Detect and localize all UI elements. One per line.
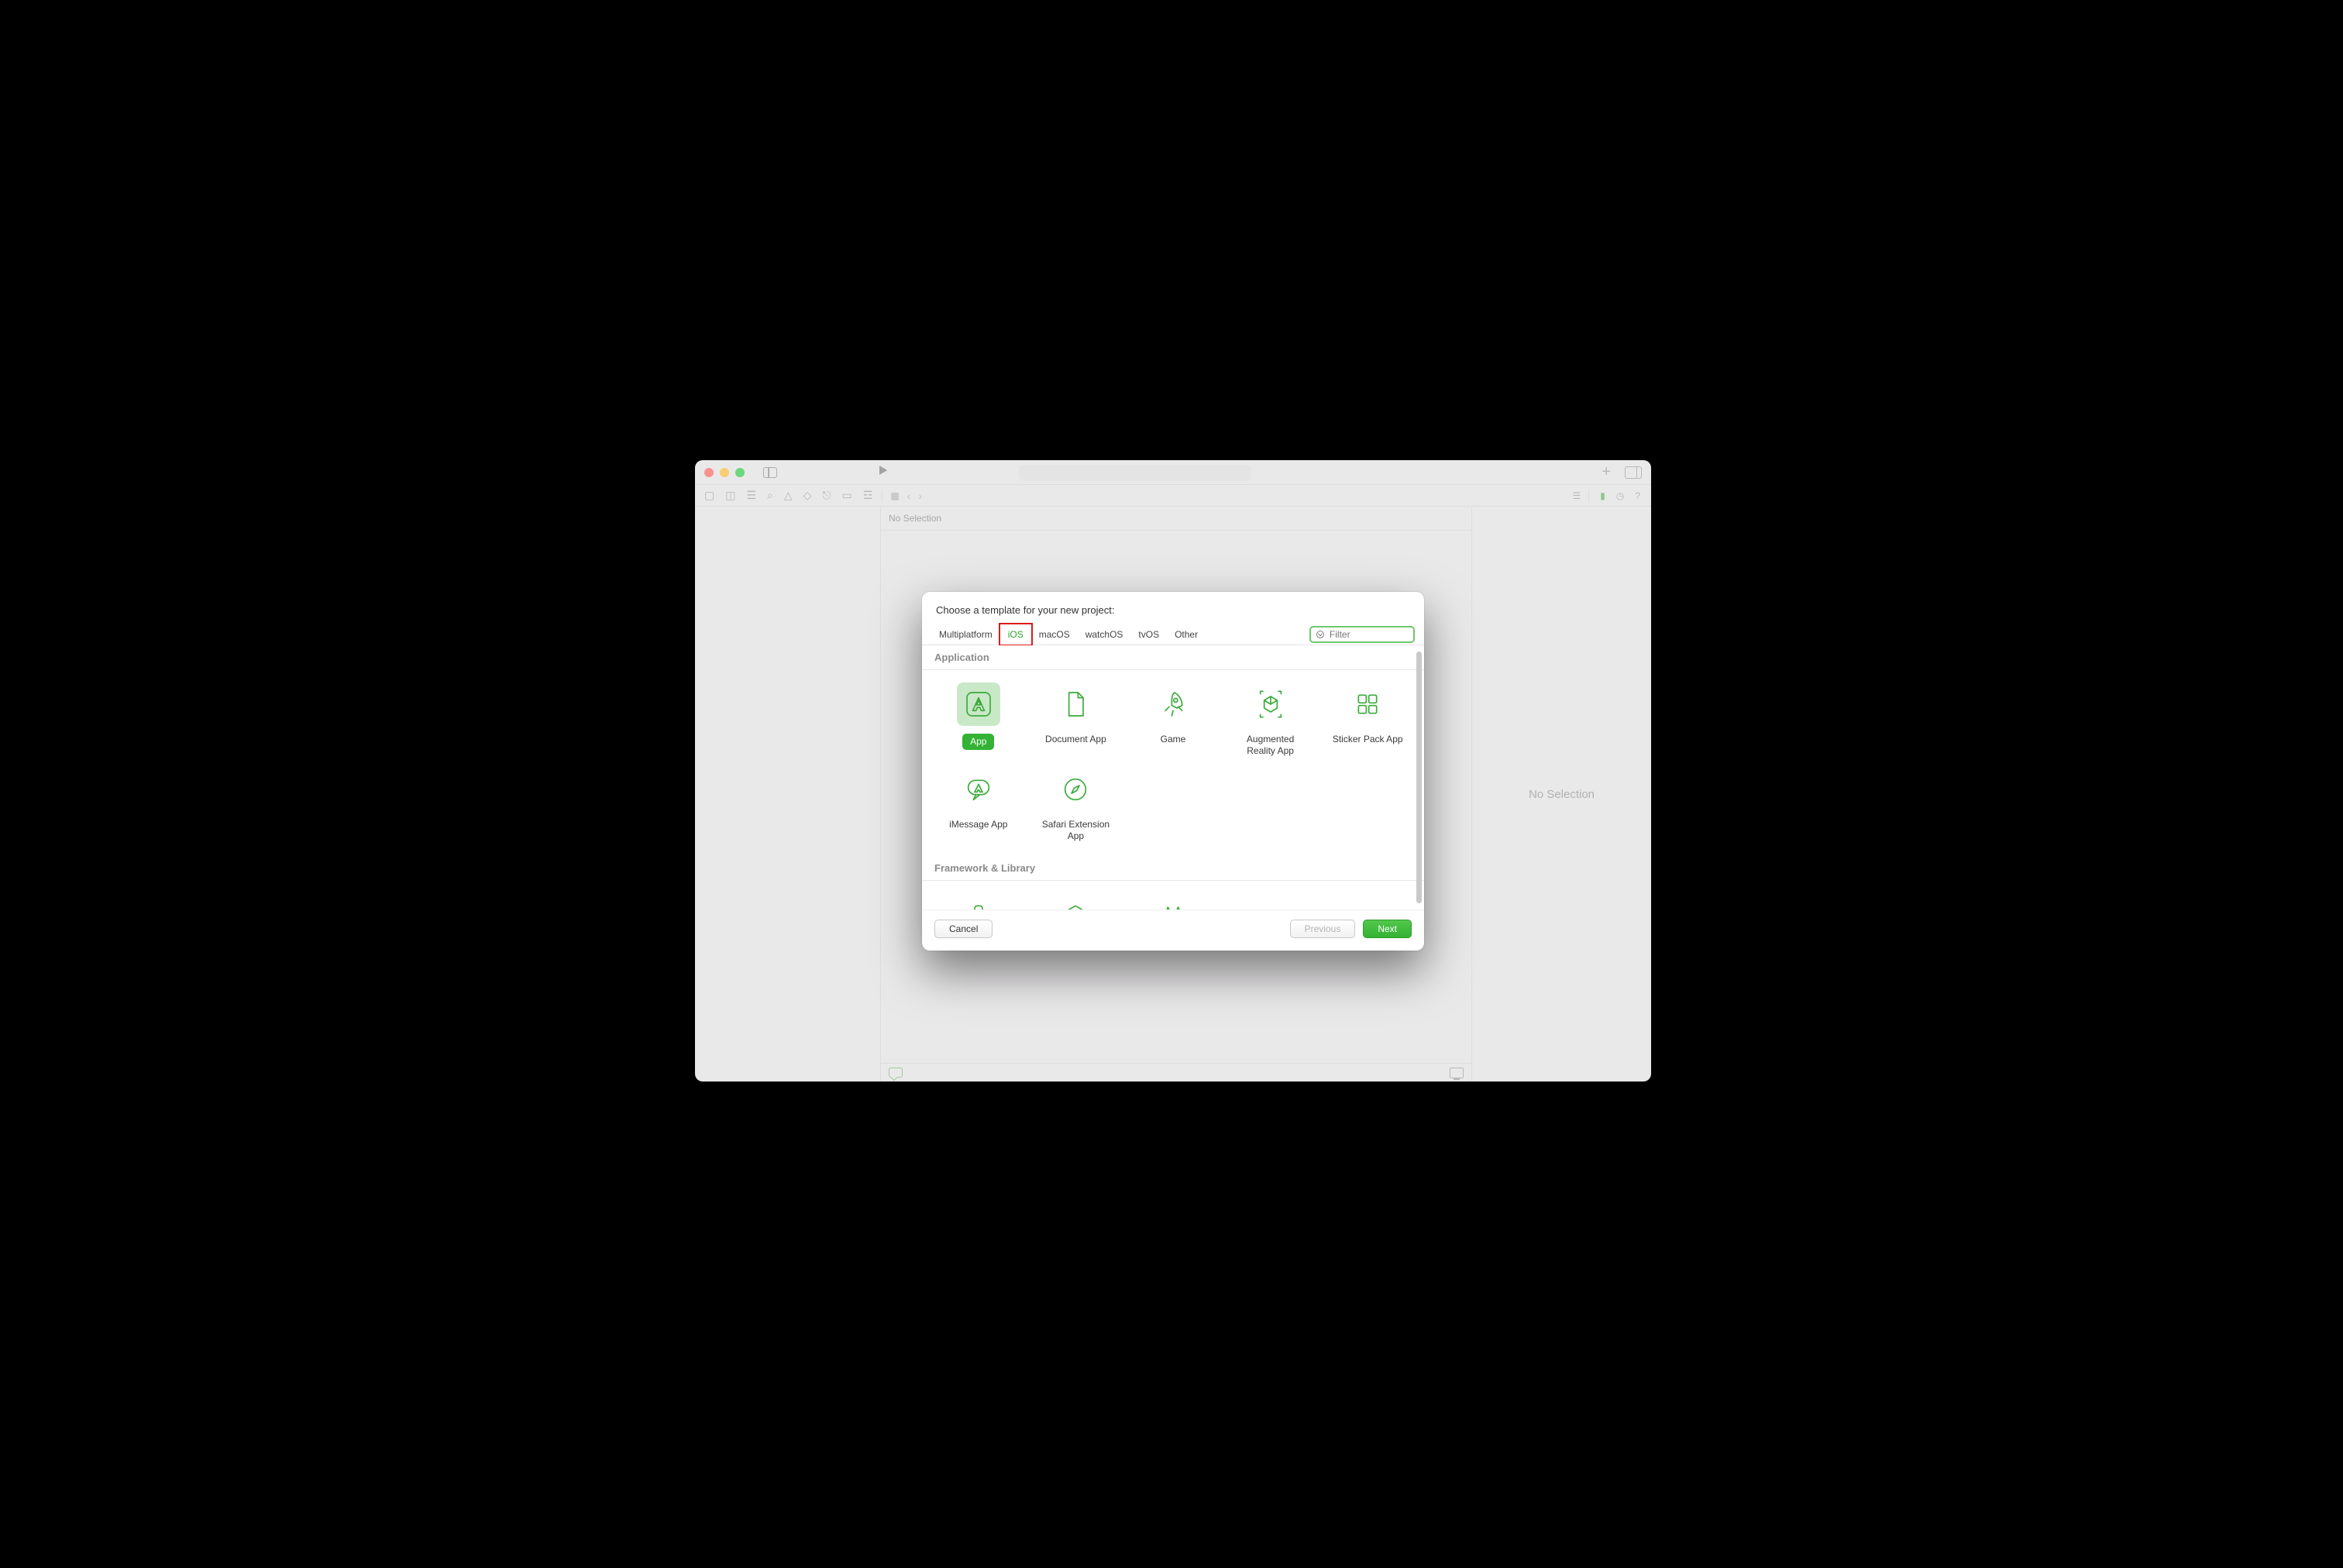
close-icon[interactable] <box>704 468 714 477</box>
template-game[interactable]: Game <box>1124 675 1222 760</box>
library-plus-icon[interactable]: + <box>1602 463 1611 481</box>
template-label: iMessage App <box>949 819 1007 830</box>
folder-icon[interactable]: ▢ <box>704 489 714 502</box>
template-safari-extension-app[interactable]: Safari Extension App <box>1027 760 1125 845</box>
template-label: Sticker Pack App <box>1333 734 1403 745</box>
app-icon <box>957 683 1000 726</box>
platform-tabbar: MultiplatformiOSmacOSwatchOStvOSOther <box>922 624 1424 645</box>
reports-icon[interactable]: ☲ <box>863 489 873 502</box>
next-button[interactable]: Next <box>1363 920 1412 938</box>
window-controls[interactable] <box>704 468 745 477</box>
view-debugger-icon[interactable] <box>1450 1068 1464 1078</box>
tab-tvos[interactable]: tvOS <box>1130 624 1167 645</box>
source-control-icon[interactable]: ◫ <box>725 489 735 502</box>
inspector-pane: No Selection <box>1471 507 1651 1081</box>
toggle-navigator-icon[interactable] <box>763 467 777 478</box>
sheet-title: Choose a template for your new project: <box>922 592 1424 624</box>
section-header: Framework & Library <box>922 856 1424 881</box>
template-static-library[interactable]: Static Library <box>1027 885 1125 910</box>
inspector-no-selection: No Selection <box>1529 788 1595 801</box>
tab-multiplatform[interactable]: Multiplatform <box>931 624 1000 645</box>
template-metal-library[interactable]: Metal Library <box>1124 885 1222 910</box>
ar-icon <box>1249 683 1292 726</box>
navigator-toolbar: ▢ ◫ ☰ ⌕ △ ◇ ⎋ ▭ ☲ ▦ ‹ › ☰ ▮ ◷ ? <box>695 485 1651 507</box>
filter-field[interactable] <box>1309 626 1415 643</box>
template-app[interactable]: App <box>930 675 1027 760</box>
help-inspector-icon[interactable]: ? <box>1635 490 1640 501</box>
metal-icon <box>1151 893 1195 910</box>
forward-icon[interactable]: › <box>918 490 922 502</box>
filter-input[interactable] <box>1330 629 1409 640</box>
template-sticker-pack-app[interactable]: Sticker Pack App <box>1319 675 1416 760</box>
tab-watchos[interactable]: watchOS <box>1078 624 1131 645</box>
navigator-pane <box>695 507 881 1081</box>
zoom-icon[interactable] <box>735 468 745 477</box>
tests-icon[interactable]: ◇ <box>803 489 812 502</box>
history-inspector-icon[interactable]: ◷ <box>1616 490 1624 501</box>
template-framework[interactable]: Framework <box>930 885 1027 910</box>
issues-icon[interactable]: △ <box>784 489 793 502</box>
tab-ios[interactable]: iOS <box>999 623 1033 646</box>
template-label: Augmented Reality App <box>1232 734 1309 757</box>
template-label: App <box>962 734 994 750</box>
editor-options-icon[interactable]: ☰ <box>1572 490 1581 501</box>
debug-bar <box>881 1063 1471 1081</box>
tab-other[interactable]: Other <box>1167 624 1206 645</box>
activity-viewer <box>1019 465 1251 480</box>
template-label: Document App <box>1045 734 1106 745</box>
tab-macos[interactable]: macOS <box>1031 624 1078 645</box>
cancel-button[interactable]: Cancel <box>934 920 993 938</box>
scrollbar[interactable] <box>1416 652 1422 903</box>
related-items-icon[interactable]: ▦ <box>890 490 899 501</box>
breakpoints-icon[interactable]: ▭ <box>842 489 852 502</box>
section-header: Application <box>922 645 1424 670</box>
document-icon <box>1054 683 1097 726</box>
compass-icon <box>1054 768 1097 811</box>
imessage-icon <box>957 768 1000 811</box>
editor-no-selection: No Selection <box>881 507 1471 531</box>
toolbox-icon <box>957 893 1000 910</box>
template-chooser-sheet: Choose a template for your new project: … <box>922 592 1424 951</box>
template-label: Game <box>1161 734 1186 745</box>
rocket-icon <box>1151 683 1195 726</box>
columns-icon <box>1054 893 1097 910</box>
run-button[interactable] <box>876 464 889 480</box>
filter-icon <box>1316 629 1325 640</box>
sheet-footer: Cancel Previous Next <box>922 910 1424 951</box>
template-scroll-area[interactable]: Application App Document App Game Augmented … <box>922 645 1424 910</box>
template-label: Safari Extension App <box>1037 819 1114 842</box>
template-augmented-reality-app[interactable]: Augmented Reality App <box>1222 675 1319 760</box>
template-imessage-app[interactable]: iMessage App <box>930 760 1027 845</box>
console-icon[interactable] <box>889 1068 903 1078</box>
symbols-icon[interactable]: ☰ <box>746 489 756 502</box>
minimize-icon[interactable] <box>720 468 729 477</box>
toggle-inspectors-icon[interactable] <box>1625 466 1642 479</box>
debug-icon[interactable]: ⎋ <box>822 489 831 502</box>
titlebar: + <box>695 460 1651 485</box>
search-icon[interactable]: ⌕ <box>767 489 773 502</box>
previous-button: Previous <box>1290 920 1356 938</box>
back-icon[interactable]: ‹ <box>907 490 911 502</box>
sticker-grid-icon <box>1346 683 1389 726</box>
file-inspector-icon[interactable]: ▮ <box>1600 490 1605 501</box>
template-document-app[interactable]: Document App <box>1027 675 1125 760</box>
